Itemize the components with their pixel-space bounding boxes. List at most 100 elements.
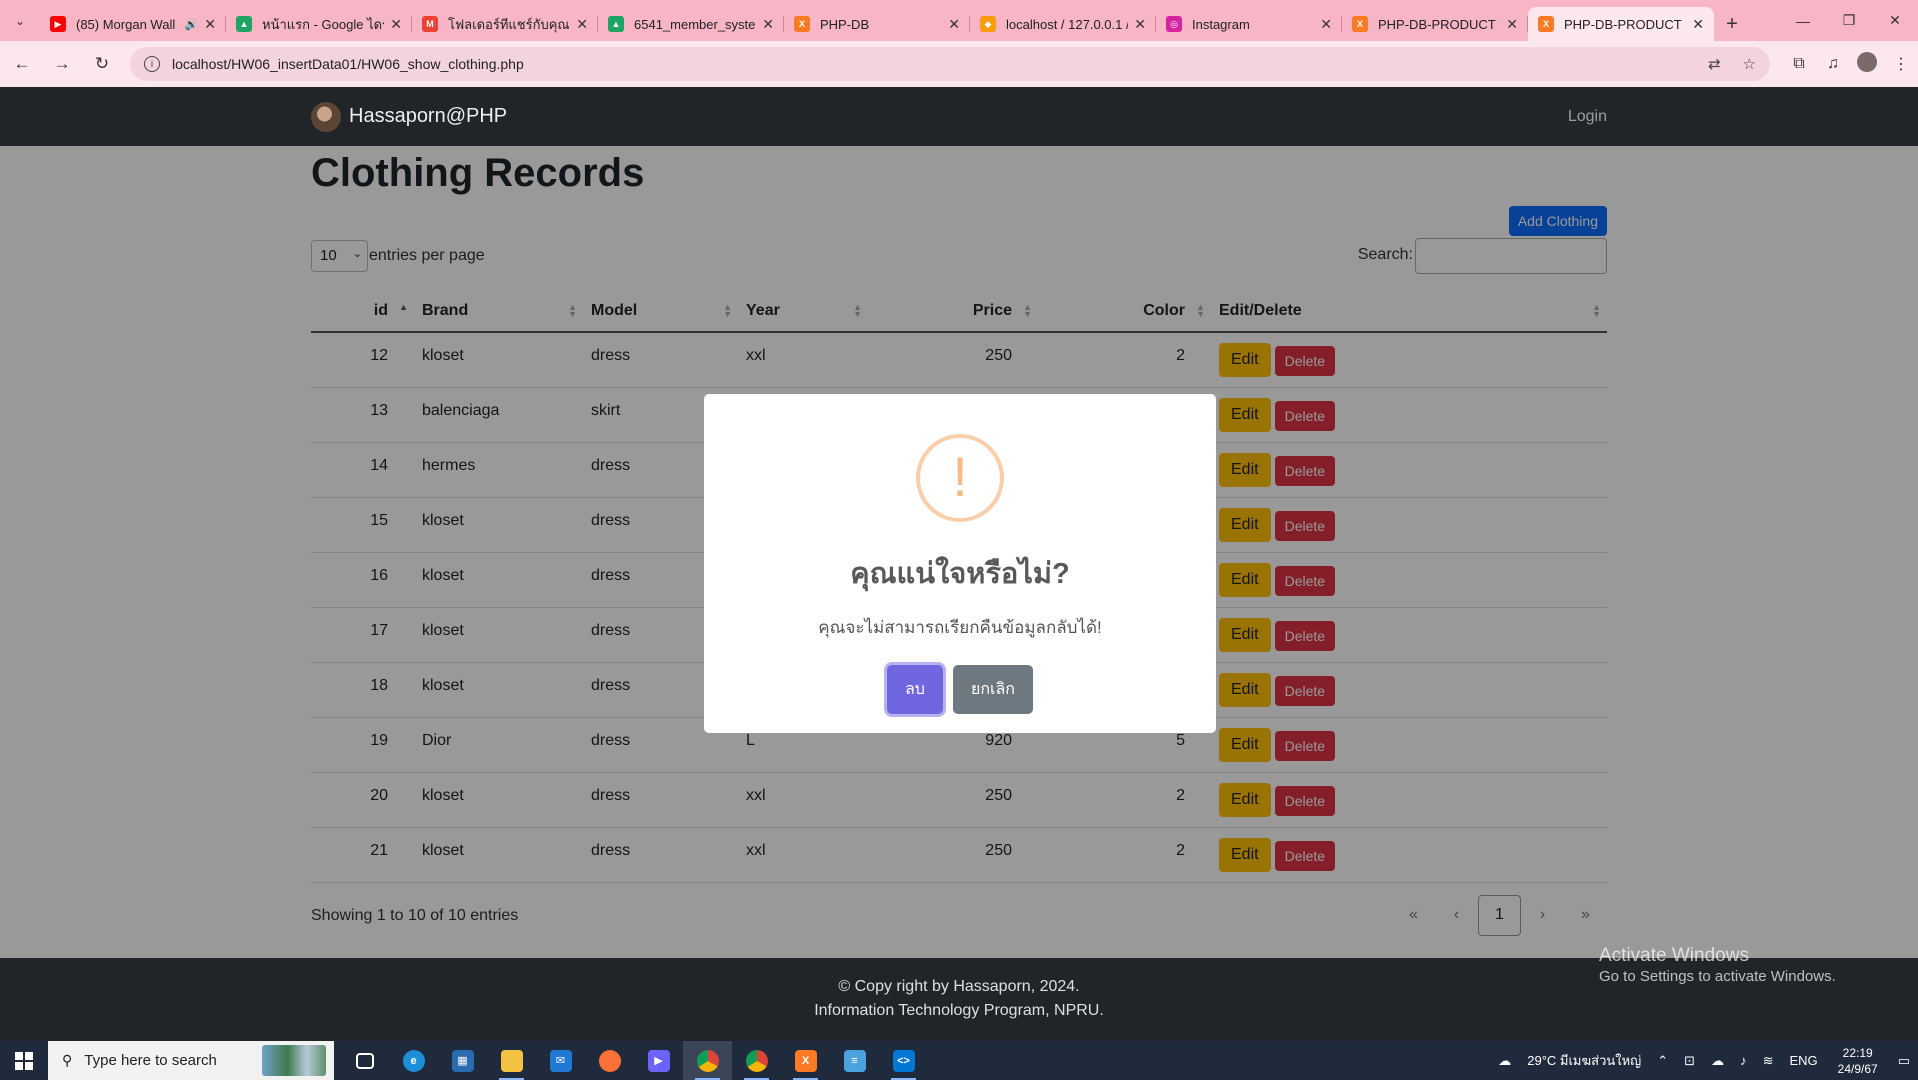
search-icon: ⚲	[62, 1052, 73, 1068]
mail-icon[interactable]: ✉	[536, 1041, 585, 1080]
task-view-icon[interactable]	[340, 1041, 389, 1080]
xampp-icon: X	[794, 16, 810, 32]
weather-icon[interactable]: ☁	[1498, 1053, 1511, 1069]
browser-tab[interactable]: M โฟลเดอร์ทีแชร์กับคุณ: "6 ✕	[412, 7, 598, 41]
system-tray: ☁ 29°C มีเมฆส่วนใหญ่ ⌃ ⊡ ☁ ♪ ≋ ENG 22:19…	[1490, 1041, 1918, 1080]
site-info-icon[interactable]: i	[144, 56, 160, 72]
vscode-icon[interactable]: <>	[879, 1041, 928, 1080]
reload-button[interactable]: ↻	[84, 46, 120, 82]
notepad-icon[interactable]: ≡	[830, 1041, 879, 1080]
tab-search-button[interactable]: ⌄	[0, 0, 40, 41]
media-player-icon[interactable]: ▶	[634, 1041, 683, 1080]
browser-tab[interactable]: X PHP-DB-PRODUCT ✕	[1528, 7, 1714, 41]
tab-label: PHP-DB-PRODUCT	[1378, 16, 1496, 32]
taskbar-search-placeholder: Type here to search	[84, 1052, 217, 1069]
edge-icon[interactable]: e	[389, 1041, 438, 1080]
back-button[interactable]: ←	[4, 46, 40, 82]
firefox-icon[interactable]	[585, 1041, 634, 1080]
notification-icon[interactable]: ▭	[1898, 1053, 1910, 1069]
xampp-icon[interactable]: X	[781, 1041, 830, 1080]
file-explorer-icon[interactable]	[487, 1041, 536, 1080]
warning-icon: !	[916, 434, 1004, 522]
xampp-icon: X	[1352, 16, 1368, 32]
browser-tab[interactable]: ◎ Instagram ✕	[1156, 7, 1342, 41]
tab-label: หน้าแรก - Google ไดรฟ์	[262, 16, 384, 32]
tab-label: Instagram	[1192, 16, 1250, 32]
tab-close-icon[interactable]: ✕	[576, 16, 588, 33]
clock-time: 22:19	[1842, 1045, 1873, 1060]
show-hidden-icons-icon[interactable]: ⌃	[1657, 1053, 1668, 1069]
new-tab-button[interactable]: +	[1714, 7, 1750, 41]
browser-tab[interactable]: X PHP-DB-PRODUCT ✕	[1342, 7, 1528, 41]
clock[interactable]: 22:19 24/9/67	[1838, 1045, 1878, 1077]
footer-program: Information Technology Program, NPRU.	[814, 1002, 1104, 1019]
bookmark-star-icon[interactable]: ☆	[1743, 56, 1756, 73]
backdrop-top	[0, 87, 1918, 146]
watermark-subtitle: Go to Settings to activate Windows.	[1599, 968, 1836, 985]
media-control-icon[interactable]: ♫	[1816, 55, 1850, 73]
profile-avatar[interactable]	[1850, 51, 1884, 77]
phpmyadmin-icon: ◆	[980, 16, 996, 32]
input-language[interactable]: ENG	[1789, 1053, 1817, 1068]
tab-close-icon[interactable]: ✕	[948, 16, 960, 33]
dialog-title: คุณแน่ใจหรือไม่?	[850, 558, 1070, 590]
wifi-icon[interactable]: ≋	[1763, 1053, 1774, 1069]
tab-close-icon[interactable]: ✕	[390, 16, 402, 33]
tab-label: 6541_member_system	[634, 16, 757, 32]
window-controls: — ❐ ✕	[1780, 0, 1918, 41]
tab-close-icon[interactable]: ✕	[204, 16, 216, 33]
browser-tab[interactable]: ▲ หน้าแรก - Google ไดรฟ์ ✕	[226, 7, 412, 41]
tab-audio-icon[interactable]: 🔊	[185, 18, 199, 31]
browser-tab[interactable]: X PHP-DB ✕	[784, 7, 970, 41]
clock-date: 24/9/67	[1837, 1061, 1878, 1076]
confirm-delete-button[interactable]: ลบ	[887, 665, 943, 714]
instagram-icon: ◎	[1166, 16, 1182, 32]
search-highlight-image	[262, 1045, 326, 1076]
watermark-title: Activate Windows	[1599, 945, 1749, 966]
store-icon[interactable]: ▦	[438, 1041, 487, 1080]
minimize-icon[interactable]: —	[1780, 0, 1826, 41]
delete-confirm-dialog: ! คุณแน่ใจหรือไม่? คุณจะไม่สามารถเรียกคื…	[704, 394, 1216, 733]
google-drive-icon: ▲	[236, 16, 252, 32]
tab-label: (85) Morgan Wall	[76, 16, 176, 32]
cancel-button[interactable]: ยกเลิก	[952, 665, 1033, 714]
tab-label: localhost / 127.0.0.1 /	[1006, 16, 1129, 32]
chrome-profile-icon[interactable]	[732, 1041, 781, 1080]
forward-button[interactable]: →	[44, 46, 80, 82]
browser-toolbar: ← → ↻ i localhost/HW06_insertData01/HW06…	[0, 41, 1918, 87]
dialog-message: คุณจะไม่สามารถเรียกคืนข้อมูลกลับได้!	[818, 618, 1102, 637]
tab-label: PHP-DB	[820, 16, 870, 32]
tab-close-icon[interactable]: ✕	[1320, 16, 1332, 33]
tab-close-icon[interactable]: ✕	[1134, 16, 1146, 33]
browser-tab[interactable]: ▲ 6541_member_system ✕	[598, 7, 784, 41]
url-text: localhost/HW06_insertData01/HW06_show_cl…	[172, 56, 524, 72]
google-drive-icon: ▲	[608, 16, 624, 32]
page-viewport: Hassaporn@PHP Login Clothing Records Add…	[0, 87, 1918, 1041]
browser-menu-icon[interactable]: ⋮	[1884, 54, 1918, 74]
activate-windows-watermark: Activate Windows Go to Settings to activ…	[1599, 945, 1836, 987]
translate-icon[interactable]: ⇄	[1708, 56, 1721, 73]
extensions-icon[interactable]: ⧉	[1782, 55, 1816, 73]
start-button[interactable]	[0, 1041, 48, 1080]
volume-icon[interactable]: ♪	[1740, 1053, 1747, 1068]
tab-label: โฟลเดอร์ทีแชร์กับคุณ: "6	[448, 16, 571, 32]
xampp-icon: X	[1538, 16, 1554, 32]
weather-text[interactable]: 29°C มีเมฆส่วนใหญ่	[1527, 1050, 1641, 1071]
tab-label: PHP-DB-PRODUCT	[1564, 16, 1682, 32]
network-icon[interactable]: ⊡	[1684, 1053, 1695, 1069]
address-bar[interactable]: i localhost/HW06_insertData01/HW06_show_…	[130, 47, 1770, 81]
windows-taskbar: ⚲ Type here to search e ▦ ✉ ▶ X ≡ <> ☁ 2…	[0, 1041, 1918, 1080]
tab-close-icon[interactable]: ✕	[762, 16, 774, 33]
taskbar-search[interactable]: ⚲ Type here to search	[48, 1041, 334, 1080]
restore-icon[interactable]: ❐	[1826, 0, 1872, 41]
tab-close-icon[interactable]: ✕	[1692, 16, 1704, 33]
cloud-icon[interactable]: ☁	[1711, 1053, 1724, 1069]
windows-logo-icon	[15, 1051, 33, 1070]
browser-tab[interactable]: ▶ (85) Morgan Wall 🔊 ✕	[40, 7, 226, 41]
chrome-icon[interactable]	[683, 1041, 732, 1080]
tab-close-icon[interactable]: ✕	[1506, 16, 1518, 33]
browser-tab[interactable]: ◆ localhost / 127.0.0.1 / ✕	[970, 7, 1156, 41]
close-window-icon[interactable]: ✕	[1872, 0, 1918, 41]
youtube-icon: ▶	[50, 16, 66, 32]
browser-tab-strip: ⌄ ▶ (85) Morgan Wall 🔊 ✕ ▲ หน้าแรก - Google ไ…	[0, 0, 1918, 41]
